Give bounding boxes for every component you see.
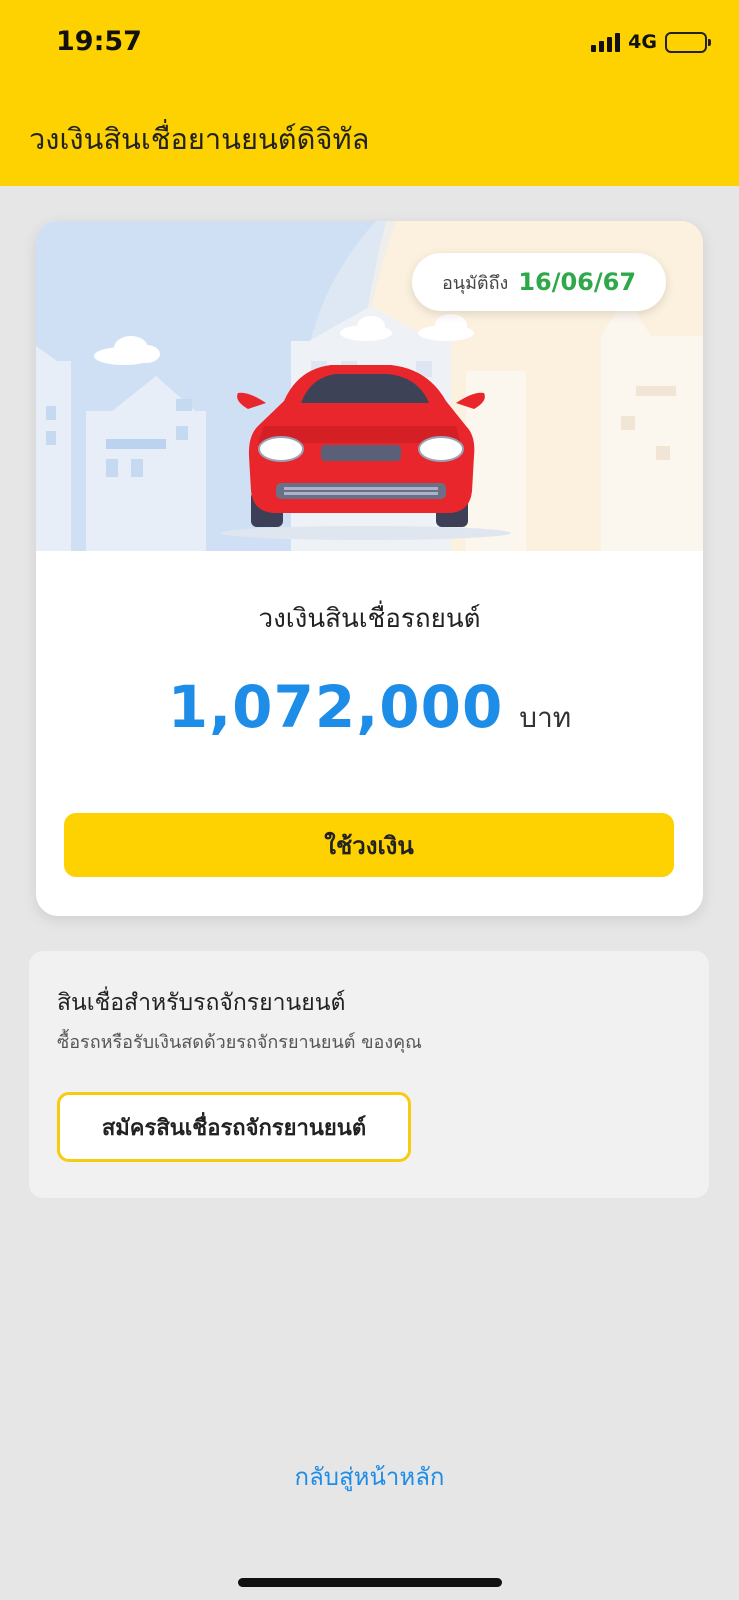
motorcycle-loan-section: สินเชื่อสำหรับรถจักรยานยนต์ ซื้อรถหรือรั… — [29, 951, 709, 1198]
back-to-home-link[interactable]: กลับสู่หน้าหลัก — [0, 1457, 739, 1496]
currency-label: บาท — [519, 701, 572, 734]
credit-limit-label: วงเงินสินเชื่อรถยนต์ — [258, 604, 481, 634]
network-type: 4G — [628, 31, 657, 53]
page-title: วงเงินสินเชื่อยานยนต์ดิจิทัล — [29, 122, 370, 156]
approval-label: อนุมัติถึง — [441, 272, 509, 294]
status-indicators: 4G — [591, 30, 711, 54]
approval-date: 16/06/67 — [518, 268, 637, 296]
credit-amount: 1,072,000 — [167, 673, 504, 741]
status-time: 19:57 — [56, 26, 142, 57]
home-indicator[interactable] — [238, 1578, 502, 1587]
approval-date-badge: อนุมัติถึง 16/06/67 — [412, 253, 666, 311]
use-credit-button[interactable]: ใช้วงเงิน — [64, 813, 674, 877]
signal-icon — [591, 32, 621, 52]
motorcycle-loan-title: สินเชื่อสำหรับรถจักรยานยนต์ — [57, 990, 346, 1016]
credit-amount-row: 1,072,000 บาท — [36, 673, 703, 741]
credit-limit-card: อนุมัติถึง 16/06/67 วงเงินสินเชื่อรถยนต์… — [36, 221, 703, 916]
apply-motorcycle-loan-button[interactable]: สมัครสินเชื่อรถจักรยานยนต์ — [57, 1092, 411, 1162]
battery-icon — [665, 31, 711, 53]
motorcycle-loan-subtitle: ซื้อรถหรือรับเงินสดด้วยรถจักรยานยนต์ ของ… — [57, 1032, 422, 1053]
app-header: 19:57 4G วงเงินสินเชื่อยานยนต์ดิจิทัล — [0, 0, 739, 186]
